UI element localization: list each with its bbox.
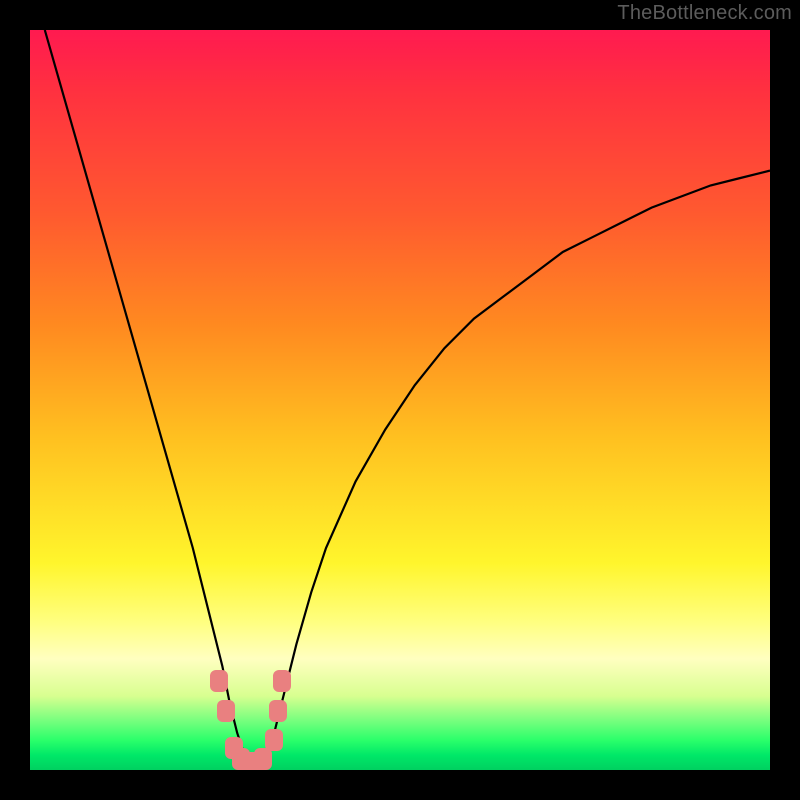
curve-marker (273, 670, 291, 692)
curve-marker (265, 729, 283, 751)
watermark-text: TheBottleneck.com (617, 2, 792, 25)
curve-marker (217, 700, 235, 722)
bottleneck-curve (30, 30, 770, 770)
curve-marker (269, 700, 287, 722)
curve-marker (210, 670, 228, 692)
plot-area (30, 30, 770, 770)
curve-marker (254, 748, 272, 770)
